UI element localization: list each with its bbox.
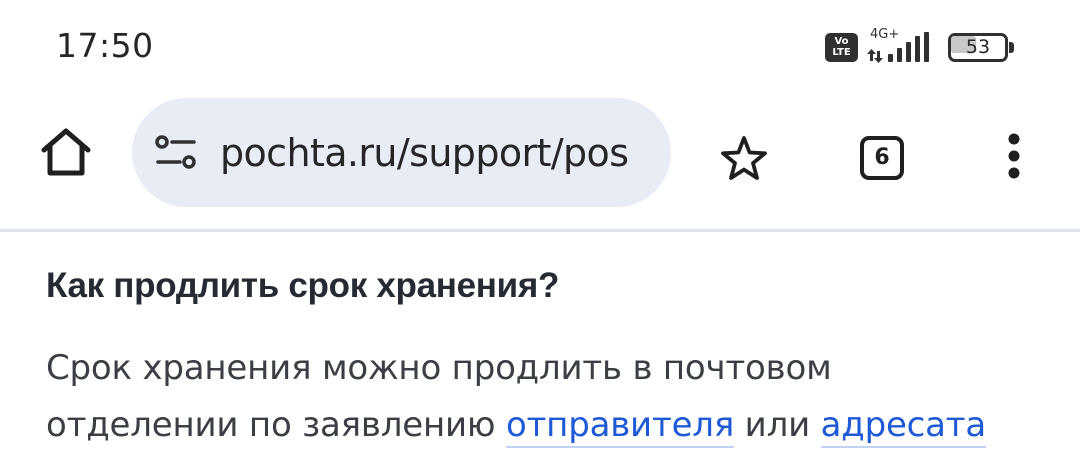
more-vert-icon — [1008, 133, 1020, 179]
url-text[interactable]: pochta.ru/support/pos — [220, 128, 648, 178]
article-body-line: Срок хранения можно продлить в почтовом — [46, 340, 1056, 397]
volte-icon-bottom-label: LTE — [832, 47, 851, 58]
home-button[interactable] — [30, 116, 102, 188]
browser-toolbar: pochta.ru/support/pos 6 — [0, 96, 1080, 230]
address-bar[interactable]: pochta.ru/support/pos — [132, 98, 671, 207]
sender-link[interactable]: отправителя — [505, 405, 734, 448]
article-heading: Как продлить срок хранения? — [46, 266, 560, 305]
volte-icon: Vo LTE — [825, 33, 858, 62]
article-body-text: или — [734, 405, 821, 445]
battery-icon: 53 — [948, 33, 1016, 62]
recipient-link[interactable]: адресата — [820, 405, 986, 448]
bookmark-button[interactable] — [714, 128, 774, 188]
article-body-text: Срок хранения можно продлить в почтовом — [46, 348, 832, 388]
article-body: Срок хранения можно продлить в почтовом … — [46, 340, 1056, 454]
volte-icon-top-label: Vo — [834, 36, 849, 47]
tune-icon[interactable] — [154, 133, 198, 173]
battery-tip — [1009, 42, 1014, 53]
signal-bars-icon — [867, 32, 929, 63]
status-bar: 17:50 Vo LTE 4G+ 53 — [0, 0, 1080, 96]
status-time: 17:50 — [56, 26, 154, 65]
overflow-menu-button[interactable] — [990, 124, 1038, 188]
tab-switcher-button[interactable]: 6 — [850, 126, 914, 190]
home-icon — [41, 128, 91, 176]
article-body-text: отделении по заявлению — [46, 405, 506, 445]
battery-level: 53 — [965, 36, 991, 58]
star-outline-icon — [721, 136, 767, 180]
tab-count: 6 — [860, 136, 904, 180]
article-body-line: отделении по заявлению отправителя или а… — [46, 397, 1056, 454]
toolbar-divider — [0, 229, 1080, 232]
